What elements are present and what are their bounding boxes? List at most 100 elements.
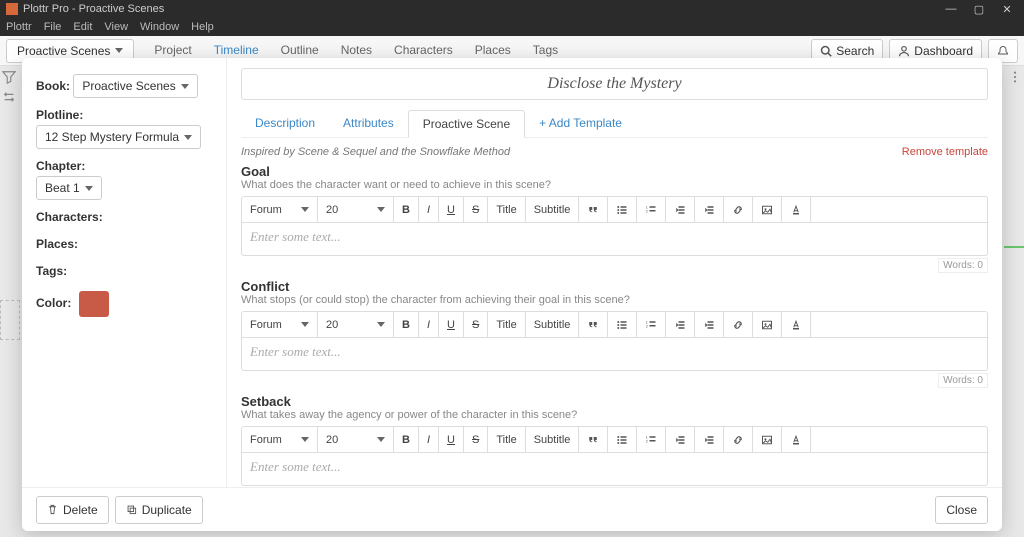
scene-title-input[interactable]: Disclose the Mystery <box>241 68 988 100</box>
indent-button[interactable] <box>695 427 724 452</box>
outdent-button[interactable] <box>666 312 695 337</box>
indent-icon <box>703 434 715 446</box>
chapter-value: Beat 1 <box>45 181 80 195</box>
text-color-button[interactable] <box>782 427 811 452</box>
indent-icon <box>703 204 715 216</box>
modal-footer: Delete Duplicate Close <box>22 487 1002 531</box>
plotline-dropdown[interactable]: 12 Step Mystery Formula <box>36 125 201 149</box>
caret-down-icon <box>377 207 385 212</box>
font-select[interactable]: Forum <box>242 197 318 222</box>
text-color-icon <box>790 204 802 216</box>
outdent-icon <box>674 204 686 216</box>
section-subtitle: What takes away the agency or power of t… <box>241 409 988 421</box>
remove-template-link[interactable]: Remove template <box>902 146 988 158</box>
image-button[interactable] <box>753 312 782 337</box>
modal-sidebar: Book: Proactive Scenes Plotline: 12 Step… <box>22 58 227 531</box>
placeholder-text: Enter some text... <box>250 344 341 359</box>
editor-body[interactable]: Enter some text... <box>241 222 988 256</box>
heading-subtitle-button[interactable]: Subtitle <box>526 197 580 222</box>
menu-help[interactable]: Help <box>191 21 214 33</box>
svg-text:2: 2 <box>646 324 648 328</box>
font-size-select[interactable]: 20 <box>318 312 394 337</box>
font-size-select[interactable]: 20 <box>318 427 394 452</box>
italic-button[interactable]: I <box>419 312 439 337</box>
placeholder-text: Enter some text... <box>250 229 341 244</box>
subtabs: Description Attributes Proactive Scene +… <box>241 110 988 138</box>
numbered-list-button[interactable]: 12 <box>637 312 666 337</box>
heading-subtitle-button[interactable]: Subtitle <box>526 312 580 337</box>
more-icon[interactable] <box>1008 70 1022 84</box>
editor-body[interactable]: Enter some text... <box>241 337 988 371</box>
bold-button[interactable]: B <box>394 427 419 452</box>
bullet-list-icon <box>616 319 628 331</box>
subtab-description[interactable]: Description <box>241 110 329 137</box>
bullet-list-button[interactable] <box>608 197 637 222</box>
chapter-label: Chapter: <box>36 159 85 173</box>
menu-plottr[interactable]: Plottr <box>6 21 32 33</box>
link-button[interactable] <box>724 312 753 337</box>
bullet-list-button[interactable] <box>608 427 637 452</box>
font-select[interactable]: Forum <box>242 427 318 452</box>
bold-button[interactable]: B <box>394 312 419 337</box>
indent-icon <box>703 319 715 331</box>
close-window-button[interactable]: ✕ <box>1000 2 1014 16</box>
quote-button[interactable] <box>579 427 608 452</box>
underline-button[interactable]: U <box>439 197 464 222</box>
plotline-label: Plotline: <box>36 108 83 122</box>
minimize-button[interactable]: — <box>944 2 958 16</box>
numbered-list-button[interactable]: 12 <box>637 427 666 452</box>
delete-button[interactable]: Delete <box>36 496 109 524</box>
text-color-button[interactable] <box>782 197 811 222</box>
indent-button[interactable] <box>695 197 724 222</box>
link-button[interactable] <box>724 427 753 452</box>
maximize-button[interactable]: ▢ <box>972 2 986 16</box>
image-button[interactable] <box>753 197 782 222</box>
numbered-list-button[interactable]: 12 <box>637 197 666 222</box>
quote-button[interactable] <box>579 312 608 337</box>
editor-toolbar: Forum 20 B I U S Title Subtitle 12 <box>241 426 988 452</box>
menu-view[interactable]: View <box>104 21 128 33</box>
scene-editor-modal: Book: Proactive Scenes Plotline: 12 Step… <box>22 58 1002 531</box>
subtab-proactive-scene[interactable]: Proactive Scene <box>408 110 525 138</box>
quote-button[interactable] <box>579 197 608 222</box>
strikethrough-button[interactable]: S <box>464 312 488 337</box>
heading-title-button[interactable]: Title <box>488 197 525 222</box>
subtab-add-template[interactable]: + Add Template <box>525 110 636 137</box>
indent-button[interactable] <box>695 312 724 337</box>
menu-file[interactable]: File <box>44 21 62 33</box>
italic-button[interactable]: I <box>419 427 439 452</box>
heading-title-button[interactable]: Title <box>488 427 525 452</box>
outdent-button[interactable] <box>666 427 695 452</box>
underline-button[interactable]: U <box>439 427 464 452</box>
text-color-button[interactable] <box>782 312 811 337</box>
app-icon <box>6 3 18 15</box>
link-button[interactable] <box>724 197 753 222</box>
section-goal: Goal What does the character want or nee… <box>241 164 988 273</box>
duplicate-button[interactable]: Duplicate <box>115 496 203 524</box>
menu-window[interactable]: Window <box>140 21 179 33</box>
image-button[interactable] <box>753 427 782 452</box>
plotline-value: 12 Step Mystery Formula <box>45 130 179 144</box>
outdent-button[interactable] <box>666 197 695 222</box>
strikethrough-button[interactable]: S <box>464 197 488 222</box>
search-icon <box>820 45 832 57</box>
underline-button[interactable]: U <box>439 312 464 337</box>
font-size-select[interactable]: 20 <box>318 197 394 222</box>
heading-subtitle-button[interactable]: Subtitle <box>526 427 580 452</box>
caret-down-icon <box>301 437 309 442</box>
editor-body[interactable]: Enter some text... <box>241 452 988 486</box>
bold-button[interactable]: B <box>394 197 419 222</box>
strikethrough-button[interactable]: S <box>464 427 488 452</box>
heading-title-button[interactable]: Title <box>488 312 525 337</box>
subtab-attributes[interactable]: Attributes <box>329 110 408 137</box>
menu-edit[interactable]: Edit <box>73 21 92 33</box>
flip-icon[interactable] <box>2 90 16 104</box>
italic-button[interactable]: I <box>419 197 439 222</box>
bullet-list-button[interactable] <box>608 312 637 337</box>
book-dropdown[interactable]: Proactive Scenes <box>73 74 197 98</box>
color-swatch[interactable] <box>79 291 109 317</box>
font-select[interactable]: Forum <box>242 312 318 337</box>
filter-icon[interactable] <box>2 70 16 84</box>
close-button[interactable]: Close <box>935 496 988 524</box>
chapter-dropdown[interactable]: Beat 1 <box>36 176 102 200</box>
